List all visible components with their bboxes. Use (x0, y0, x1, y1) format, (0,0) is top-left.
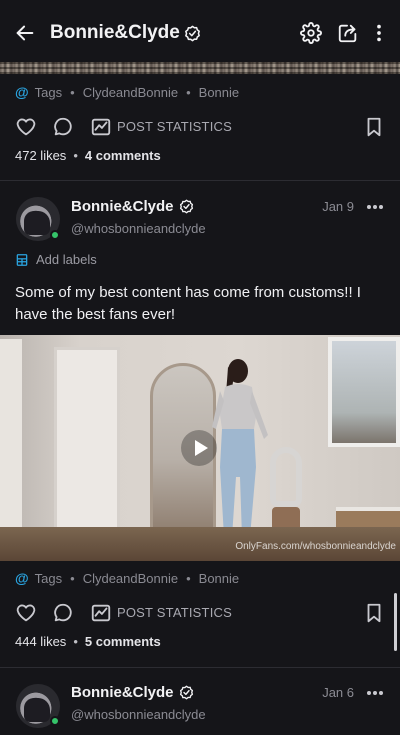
bookmark-icon[interactable] (363, 116, 385, 138)
comment-icon[interactable] (52, 116, 74, 138)
post-date: Jan 6 (322, 685, 354, 700)
verified-badge-icon (184, 25, 200, 41)
scrollbar[interactable] (394, 593, 397, 651)
comments-count[interactable]: 4 comments (85, 148, 161, 163)
post2-author[interactable]: Bonnie&Clyde (71, 198, 194, 215)
post-statistics-button[interactable]: POST STATISTICS (117, 605, 232, 620)
statistics-icon[interactable] (90, 602, 112, 624)
gear-icon[interactable] (300, 22, 322, 44)
post2-actions: POST STATISTICS (0, 600, 400, 626)
dot-separator: • (73, 634, 78, 649)
at-icon: @ (15, 570, 29, 586)
post2-tags-row: @ Tags • ClydeandBonnie • Bonnie (15, 569, 239, 587)
comment-icon[interactable] (52, 602, 74, 624)
post-divider (0, 667, 400, 668)
post3-author[interactable]: Bonnie&Clyde (71, 684, 194, 701)
heart-icon[interactable] (15, 602, 37, 624)
tag-link[interactable]: Bonnie (199, 85, 239, 100)
likes-count[interactable]: 444 likes (15, 634, 66, 649)
post2-stats: 444 likes • 5 comments (15, 634, 161, 649)
play-icon[interactable] (181, 430, 217, 466)
dot-separator: • (186, 84, 191, 100)
share-icon[interactable] (337, 22, 359, 44)
tags-label: Tags (34, 84, 63, 100)
page-title-text: Bonnie&Clyde (50, 22, 180, 43)
author-name[interactable]: Bonnie&Clyde (71, 198, 174, 215)
post-divider (0, 180, 400, 181)
dot-separator: • (73, 148, 78, 163)
tag-link[interactable]: Bonnie (199, 571, 239, 586)
post1-tags-row: @ Tags • ClydeandBonnie • Bonnie (15, 83, 239, 101)
author-handle[interactable]: @whosbonnieandclyde (71, 707, 206, 722)
label-icon (16, 253, 28, 266)
post-date: Jan 9 (322, 199, 354, 214)
verified-badge-icon (179, 199, 193, 214)
comments-count[interactable]: 5 comments (85, 634, 161, 649)
person-figure (212, 359, 268, 545)
verified-badge-icon (179, 685, 193, 700)
dot-separator: • (70, 570, 75, 586)
dot-separator: • (70, 84, 75, 100)
tags-label: Tags (34, 570, 63, 586)
add-labels-label: Add labels (36, 252, 97, 267)
online-indicator (50, 716, 60, 726)
more-horizontal-icon[interactable] (366, 204, 384, 210)
likes-count[interactable]: 472 likes (15, 148, 66, 163)
dot-separator: • (186, 570, 191, 586)
post-caption: Some of my best content has come from cu… (15, 284, 361, 323)
tag-link[interactable]: ClydeandBonnie (83, 85, 178, 100)
arrow-left-icon[interactable] (14, 22, 36, 44)
author-handle[interactable]: @whosbonnieandclyde (71, 221, 206, 236)
statistics-icon[interactable] (90, 116, 112, 138)
more-vertical-icon[interactable] (368, 22, 390, 44)
page-title: Bonnie&Clyde (50, 22, 201, 44)
add-labels-button[interactable]: Add labels (15, 252, 97, 267)
heart-icon[interactable] (15, 116, 37, 138)
bookmark-icon[interactable] (363, 602, 385, 624)
top-app-bar: Bonnie&Clyde (0, 0, 400, 62)
more-horizontal-icon[interactable] (366, 690, 384, 696)
post1-stats: 472 likes • 4 comments (15, 148, 161, 163)
watermark: OnlyFans.com/whosbonnieandclyde (235, 541, 396, 552)
author-name[interactable]: Bonnie&Clyde (71, 684, 174, 701)
post1-actions: POST STATISTICS (0, 114, 400, 140)
tag-link[interactable]: ClydeandBonnie (83, 571, 178, 586)
post-statistics-button[interactable]: POST STATISTICS (117, 119, 232, 134)
at-icon: @ (15, 84, 29, 100)
online-indicator (50, 230, 60, 240)
post-video[interactable]: OnlyFans.com/whosbonnieandclyde (0, 335, 400, 561)
